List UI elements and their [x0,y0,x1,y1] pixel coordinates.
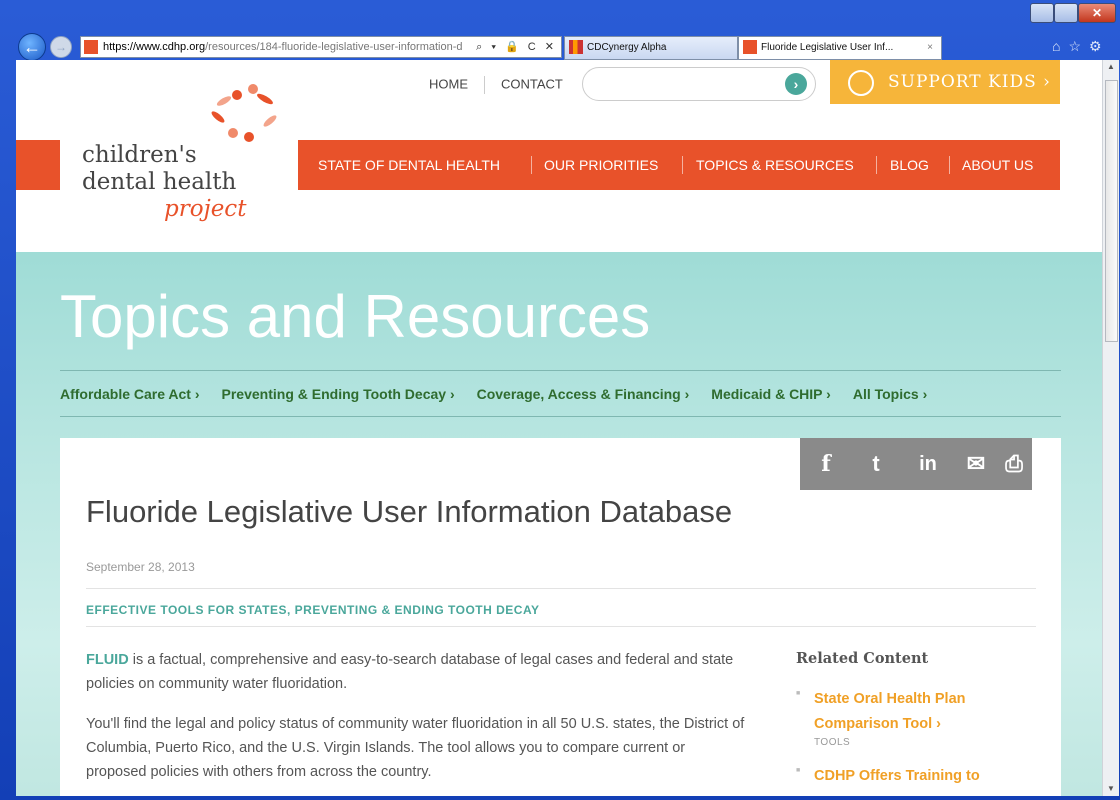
logo-swoosh [261,113,279,129]
nav-about-us[interactable]: ABOUT US [962,140,1033,190]
logo-dot [228,128,238,138]
close-window-button[interactable]: ✕ [1078,3,1116,23]
forward-button[interactable]: → [50,36,72,58]
site-search: › [582,67,816,101]
nav-topics-resources[interactable]: TOPICS & RESOURCES [696,140,854,190]
back-arrow-icon: ← [23,37,41,57]
topic-affordable-care-act[interactable]: Affordable Care Act › [60,386,200,402]
nav-divider [531,156,532,174]
nav-contact-link[interactable]: CONTACT [501,76,563,91]
favorites-star-icon[interactable]: ☆ [1068,38,1089,54]
nav-divider [949,156,950,174]
maximize-button[interactable] [1054,3,1078,23]
cdhp-favicon-icon [743,40,757,55]
divider [86,626,1036,627]
article-body: FLUID is a factual, comprehensive and ea… [86,648,746,796]
nav-blog[interactable]: BLOG [890,140,929,190]
browser-titlebar: ✕ ← → https://www.cdhp.org/resources/184… [0,0,1120,61]
top-nav: HOME CONTACT [429,76,563,94]
tab-label: Fluoride Legislative User Inf... [761,42,894,53]
article-categories[interactable]: EFFECTIVE TOOLS FOR STATES, PREVENTING &… [86,603,540,617]
topic-all[interactable]: All Topics › [853,386,927,402]
divider [60,416,1061,417]
logo-dot [248,84,258,94]
related-item-link[interactable]: CDHP Offers Training to [814,764,1036,789]
logo-text-line1: children's [82,142,197,168]
page-title: Topics and Resources [60,283,651,350]
divider [60,370,1061,371]
url-domain: https://www.cdhp.org [103,41,206,53]
cdcynergy-favicon-icon [569,40,583,55]
logo-dot [244,132,254,142]
related-content: Related Content State Oral Health Plan C… [796,650,1036,796]
gear-icon[interactable]: ⚙ [1089,38,1110,54]
share-bar: f t in ✉ ⎙ [800,438,1032,490]
back-button[interactable]: ← [18,33,46,61]
tab-fluoride[interactable]: Fluoride Legislative User Inf... × [738,36,942,60]
logo-text-line3: project [164,196,247,222]
divider [86,588,1036,589]
nav-divider [682,156,683,174]
related-item-kind: TOOLS [814,737,851,748]
article-title: Fluoride Legislative User Information Da… [86,494,733,529]
paragraph-text: is a factual, comprehensive and easy-to-… [86,652,734,692]
article-paragraph: FLUID is a factual, comprehensive and ea… [86,648,746,696]
decorative-bar [16,140,60,190]
address-url: https://www.cdhp.org/resources/184-fluor… [103,37,463,57]
logo-swoosh [215,94,233,108]
scroll-thumb[interactable] [1105,80,1118,342]
nav-home-link[interactable]: HOME [429,76,468,91]
close-tab-icon[interactable]: × [927,37,933,59]
article-date: September 28, 2013 [86,560,195,574]
web-page: children's dental health project HOME CON… [16,60,1102,796]
site-favicon-icon [84,40,98,54]
topic-tooth-decay[interactable]: Preventing & Ending Tooth Decay › [222,386,455,402]
browser-window: ✕ ← → https://www.cdhp.org/resources/184… [0,0,1120,800]
tab-label: CDCynergy Alpha [587,42,667,53]
related-item: CDHP Offers Training to [796,764,1036,789]
facebook-icon[interactable]: f [808,438,844,490]
topic-links: Affordable Care Act › Preventing & Ending… [60,386,949,402]
scroll-down-icon[interactable]: ▼ [1103,782,1119,796]
forward-arrow-icon: → [55,40,67,54]
url-path: /resources/184-fluoride-legislative-user… [205,41,463,53]
tab-cdcynergy[interactable]: CDCynergy Alpha [564,36,738,60]
support-kids-button[interactable]: SUPPORT KIDS › [830,60,1060,104]
nav-our-priorities[interactable]: OUR PRIORITIES [544,140,658,190]
scroll-up-icon[interactable]: ▲ [1103,60,1119,74]
divider [484,76,485,94]
related-item-link[interactable]: State Oral Health Plan Comparison Tool › [814,687,1036,737]
logo-dot [232,90,242,100]
megaphone-icon [848,70,874,96]
home-icon[interactable]: ⌂ [1052,38,1068,54]
email-icon[interactable]: ✉ [956,438,996,490]
browser-tools: ⌂☆⚙ [1052,38,1110,55]
minimize-button[interactable] [1030,3,1054,23]
twitter-icon[interactable]: t [856,438,896,490]
logo-swoosh [255,91,275,107]
search-go-button[interactable]: › [785,73,807,95]
support-label: SUPPORT KIDS › [888,72,1051,92]
address-controls[interactable]: ⌕ ▾ 🔒 C ✕ [476,37,557,57]
topic-coverage[interactable]: Coverage, Access & Financing › [477,386,690,402]
fluid-link[interactable]: FLUID [86,652,129,668]
logo-swoosh [209,109,227,125]
related-list: State Oral Health Plan Comparison Tool ›… [796,687,1036,789]
nav-state-of-dental-health[interactable]: STATE OF DENTAL HEALTH [318,140,500,190]
main-nav: STATE OF DENTAL HEALTH OUR PRIORITIES TO… [298,140,1060,190]
nav-divider [876,156,877,174]
search-input[interactable] [597,74,781,94]
linkedin-icon[interactable]: in [908,438,948,490]
related-item: State Oral Health Plan Comparison Tool ›… [796,687,1036,748]
article-paragraph: You'll find the legal and policy status … [86,716,745,780]
site-logo[interactable]: children's dental health project [82,84,302,224]
print-icon[interactable]: ⎙ [996,438,1032,490]
address-bar[interactable]: https://www.cdhp.org/resources/184-fluor… [80,36,562,58]
topic-medicaid[interactable]: Medicaid & CHIP › [711,386,831,402]
vertical-scrollbar[interactable]: ▲ ▼ [1102,60,1119,796]
logo-text-line2: dental health [82,169,237,195]
related-heading: Related Content [796,650,929,667]
